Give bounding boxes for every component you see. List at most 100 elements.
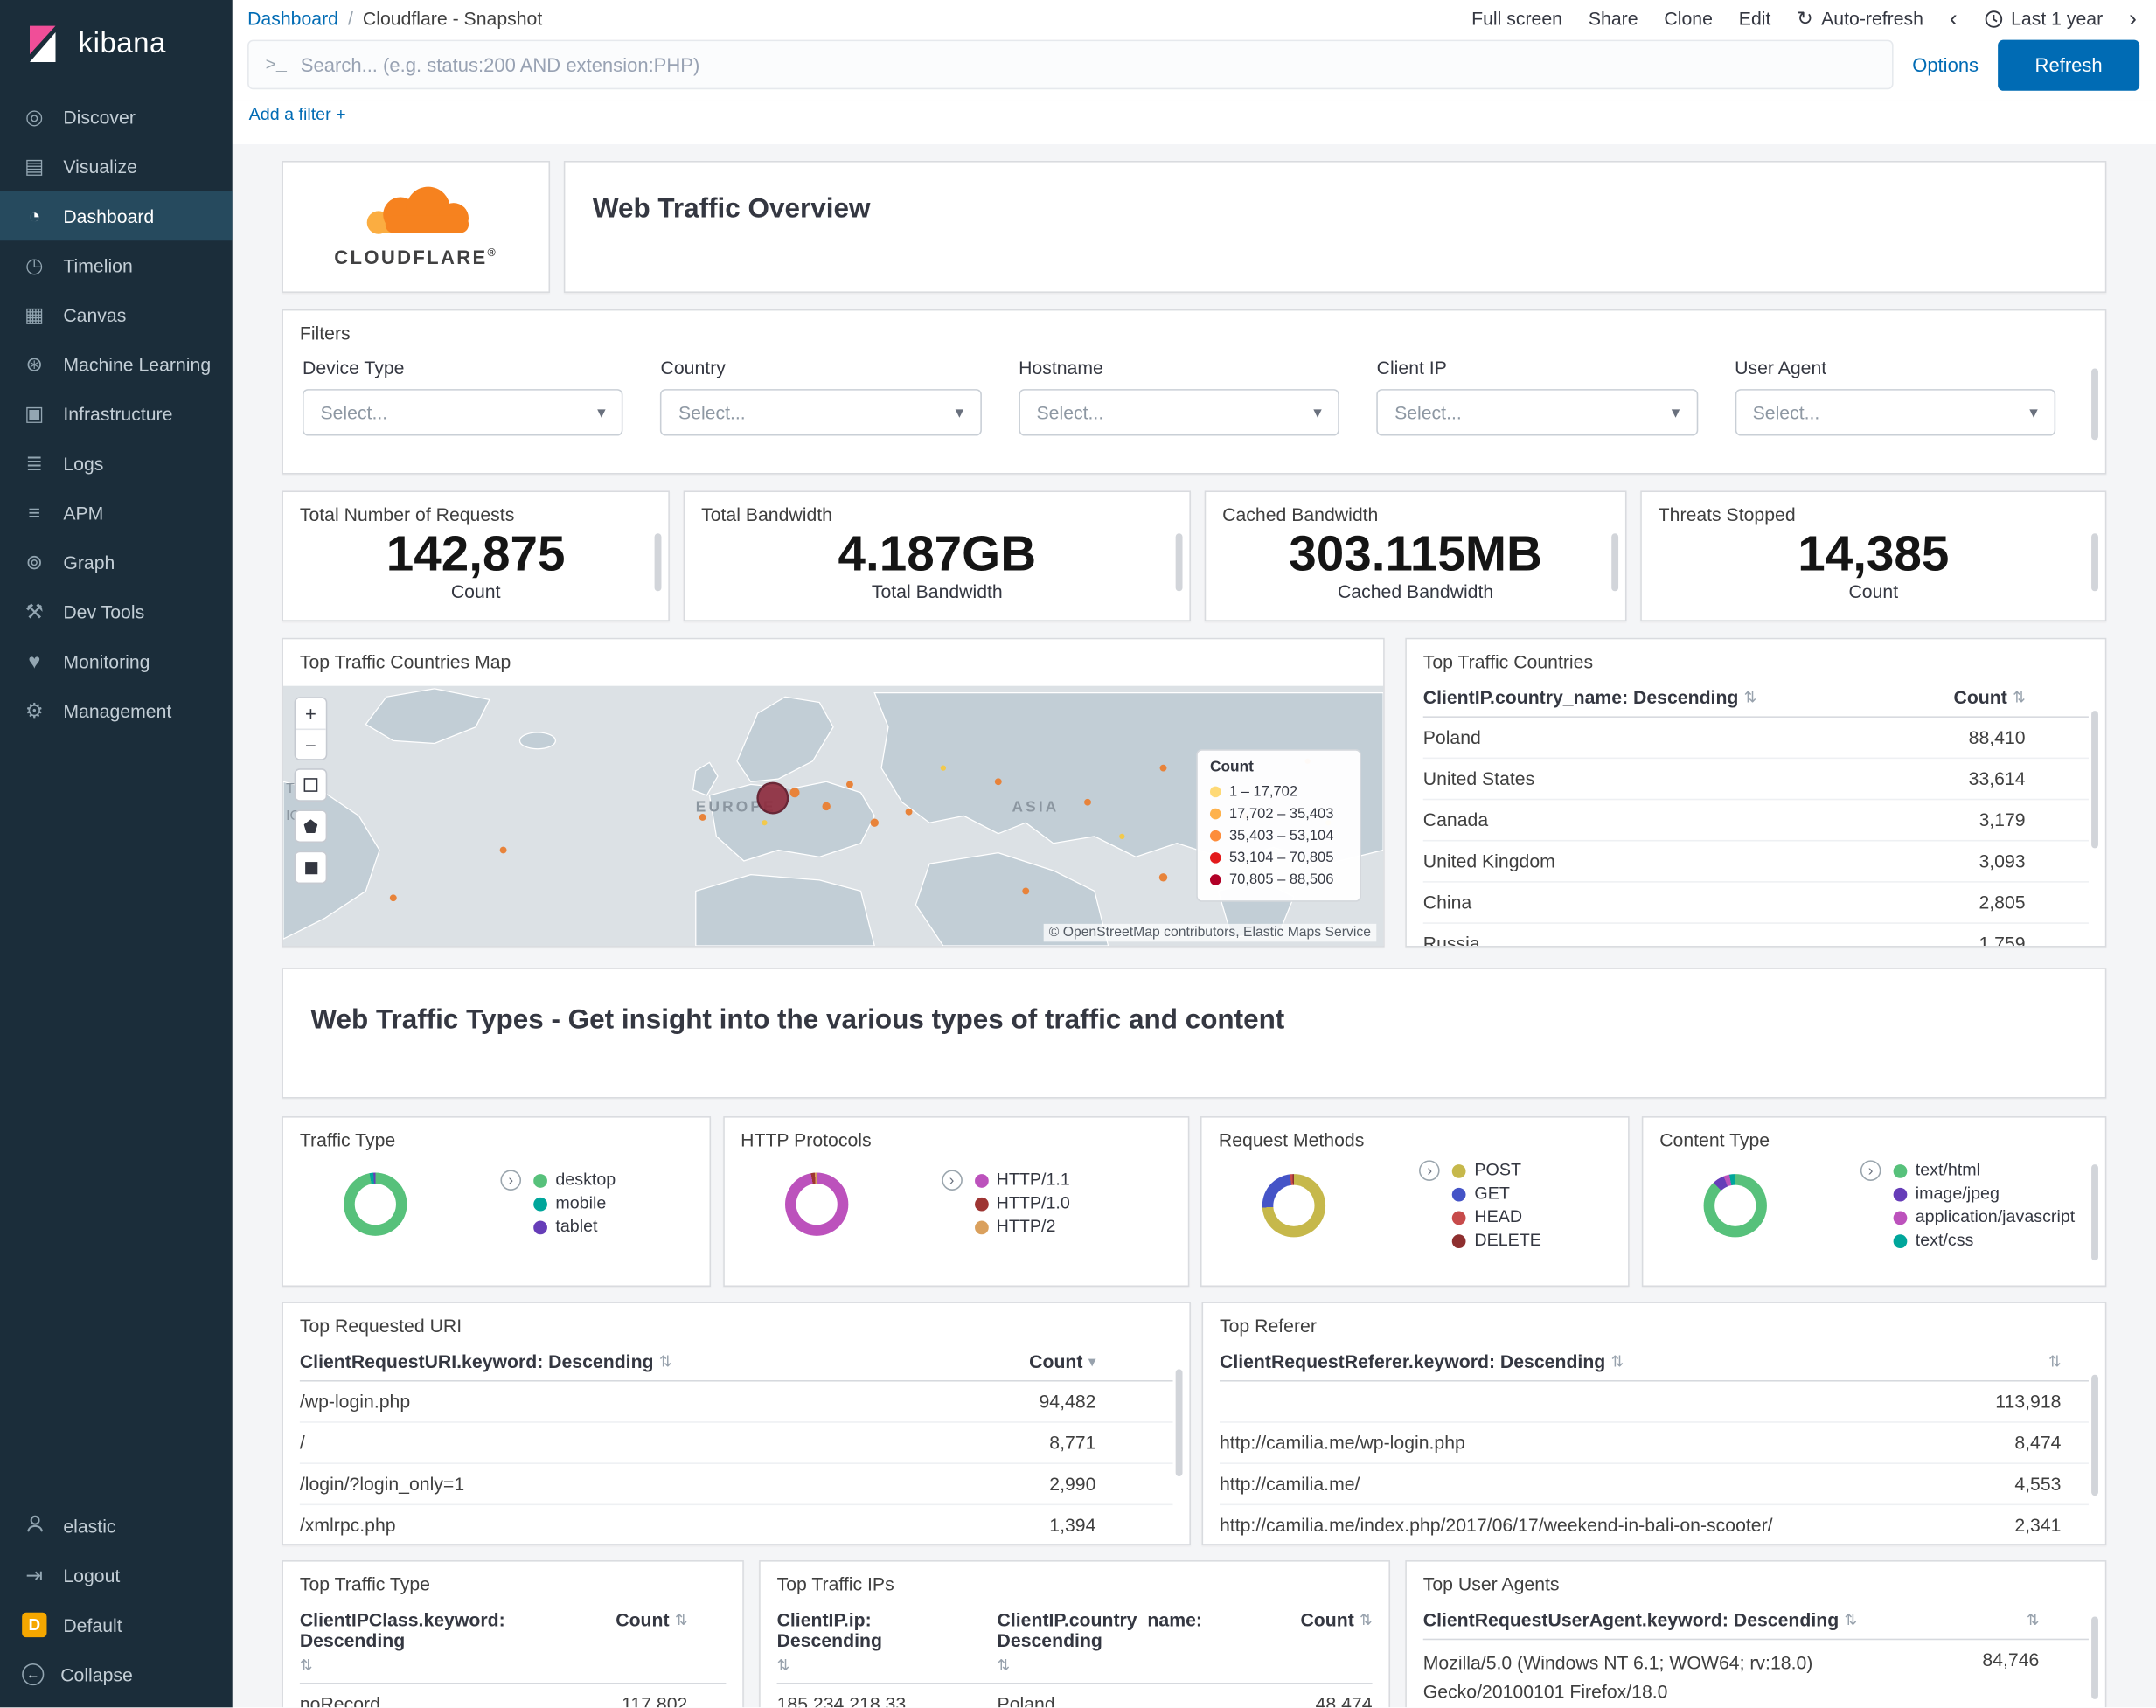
sidebar-item-user[interactable]: elastic — [0, 1501, 233, 1551]
sidebar-item-graph[interactable]: ⊚ Graph — [0, 538, 233, 587]
legend-item[interactable]: POST — [1452, 1159, 1541, 1183]
draw-polygon-button[interactable] — [296, 810, 326, 842]
draw-rectangle-button[interactable] — [296, 852, 326, 883]
add-filter-link[interactable]: Add a filter + — [249, 105, 346, 124]
legend-item[interactable]: GET — [1452, 1183, 1541, 1206]
legend-item[interactable]: text/html — [1893, 1159, 2076, 1183]
legend-toggle-icon[interactable]: › — [1860, 1160, 1881, 1181]
table-row: China 2,805 — [1422, 883, 2089, 924]
sort-icon: ⇅ — [2013, 690, 2026, 707]
legend-item[interactable]: application/javascript — [1893, 1205, 2075, 1229]
user-agent-select[interactable]: Select... ▾ — [1735, 389, 2056, 436]
sidebar-item-monitoring[interactable]: ♥ Monitoring — [0, 636, 233, 686]
column-header-uri[interactable]: ClientRequestURI.keyword: Descending ⇅ — [300, 1351, 671, 1372]
sidebar-item-discover[interactable]: ◎ Discover — [0, 92, 233, 142]
refresh-button[interactable]: Refresh — [1998, 38, 2140, 91]
zoom-in-button[interactable]: + — [296, 698, 326, 729]
sidebar-item-space-default[interactable]: D Default — [0, 1600, 233, 1650]
column-header-count[interactable]: ⇅ — [2048, 1351, 2089, 1372]
time-back-button[interactable]: ‹ — [1950, 7, 1958, 31]
column-header-count[interactable]: Count ▾ — [1029, 1351, 1172, 1372]
sidebar-item-apm[interactable]: ≡ APM — [0, 488, 233, 538]
options-link[interactable]: Options — [1912, 53, 1979, 75]
sidebar-item-timelion[interactable]: ◷ Timelion — [0, 240, 233, 290]
scrollbar[interactable] — [2091, 368, 2098, 441]
map-attribution: © OpenStreetMap contributors, Elastic Ma… — [1043, 923, 1377, 942]
legend-item[interactable]: tablet — [533, 1215, 616, 1239]
zoom-out-button[interactable]: − — [296, 728, 326, 760]
top-bar: Dashboard / Cloudflare - Snapshot Full s… — [232, 0, 2156, 38]
sidebar-item-dev-tools[interactable]: ⚒ Dev Tools — [0, 587, 233, 637]
auto-refresh-button[interactable]: Auto-refresh — [1821, 8, 1923, 29]
legend-item[interactable]: HEAD — [1452, 1205, 1541, 1229]
search-input[interactable] — [300, 53, 1875, 76]
legend-toggle-icon[interactable]: › — [941, 1170, 963, 1191]
full-screen-button[interactable]: Full screen — [1471, 8, 1562, 29]
device-type-select[interactable]: Select... ▾ — [302, 389, 624, 436]
breadcrumb-dashboard[interactable]: Dashboard — [247, 8, 338, 29]
column-header-count[interactable]: Count ⇅ — [1253, 1610, 1372, 1631]
sidebar-item-canvas[interactable]: ▦ Canvas — [0, 290, 233, 340]
scrollbar[interactable] — [654, 533, 662, 592]
scrollbar[interactable] — [1175, 1369, 1183, 1477]
column-header-count[interactable]: Count ⇅ — [616, 1610, 726, 1631]
edit-button[interactable]: Edit — [1739, 8, 1771, 29]
sidebar-item-management[interactable]: ⚙ Management — [0, 686, 233, 736]
kibana-logo[interactable]: kibana — [0, 0, 233, 92]
client-ip-select[interactable]: Select... ▾ — [1376, 389, 1698, 436]
column-header-class[interactable]: ClientIPClass.keyword: Descending ⇅ — [300, 1610, 564, 1675]
sidebar-item-collapse[interactable]: ← Collapse — [0, 1649, 233, 1699]
sidebar-item-visualize[interactable]: ▤ Visualize — [0, 142, 233, 191]
legend-dot — [533, 1197, 547, 1211]
clone-button[interactable]: Clone — [1664, 8, 1712, 29]
column-header-user-agent[interactable]: ClientRequestUserAgent.keyword: Descendi… — [1423, 1610, 1857, 1631]
sidebar-item-dashboard[interactable]: ◔ Dashboard — [0, 191, 233, 241]
column-header-count[interactable]: Count ⇅ — [1953, 687, 2088, 708]
legend-dot — [974, 1197, 989, 1211]
legend-toggle-icon[interactable]: › — [1419, 1160, 1441, 1181]
sidebar-item-logout[interactable]: ⇥ Logout — [0, 1551, 233, 1600]
legend-item[interactable]: DELETE — [1452, 1229, 1541, 1253]
column-header-referer[interactable]: ClientRequestReferer.keyword: Descending… — [1220, 1351, 1624, 1372]
table-row: /xmlrpc.php 1,394 — [300, 1505, 1173, 1544]
metric-value: 142,875 — [386, 524, 566, 582]
scrollbar[interactable] — [2091, 1164, 2098, 1261]
fit-bounds-button[interactable] — [296, 769, 326, 801]
share-button[interactable]: Share — [1589, 8, 1638, 29]
scrollbar[interactable] — [2091, 1616, 2098, 1699]
scrollbar[interactable] — [1175, 533, 1183, 592]
column-header-country[interactable]: ClientIP.country_name: Descending ⇅ — [1423, 687, 1756, 708]
http-protocols-donut-chart[interactable] — [784, 1171, 848, 1236]
metric-threats-stopped: Threats Stopped 14,385 Count — [1640, 490, 2107, 621]
legend-dot — [1893, 1210, 1908, 1225]
cloudflare-cloud-icon — [365, 186, 469, 234]
legend-item[interactable]: HTTP/1.0 — [974, 1192, 1070, 1216]
traffic-type-donut-chart[interactable] — [344, 1171, 407, 1236]
scrollbar[interactable] — [2091, 1374, 2098, 1496]
legend-item[interactable]: desktop — [533, 1169, 616, 1192]
column-header-count[interactable]: ⇅ — [2027, 1610, 2089, 1631]
scrollbar[interactable] — [1611, 533, 1619, 592]
request-methods-donut-chart[interactable] — [1262, 1174, 1326, 1238]
legend-item[interactable]: HTTP/1.1 — [974, 1169, 1070, 1192]
legend-item[interactable]: text/css — [1893, 1229, 2076, 1253]
hostname-select[interactable]: Select... ▾ — [1019, 389, 1340, 436]
world-map[interactable]: EUROPE ASIA TH IC — [282, 685, 1384, 947]
sidebar-item-machine-learning[interactable]: ⊛ Machine Learning — [0, 339, 233, 389]
referer-value: http://camilia.me/ — [1219, 1473, 1360, 1495]
legend-item[interactable]: image/jpeg — [1893, 1183, 2076, 1206]
legend-item[interactable]: HTTP/2 — [974, 1215, 1070, 1239]
legend-toggle-icon[interactable]: › — [500, 1170, 522, 1191]
column-header-ip[interactable]: ClientIP.ip: Descending ⇅ — [777, 1610, 980, 1675]
sidebar-item-logs[interactable]: ≣ Logs — [0, 439, 233, 489]
scrollbar[interactable] — [2091, 533, 2098, 592]
country-select[interactable]: Select... ▾ — [660, 389, 982, 436]
time-forward-button[interactable]: › — [2129, 7, 2137, 31]
country-name: United Kingdom — [1422, 851, 1555, 872]
time-range-picker[interactable]: Last 1 year — [2011, 8, 2103, 29]
content-type-donut-chart[interactable] — [1703, 1174, 1767, 1238]
scrollbar[interactable] — [2091, 711, 2098, 849]
column-header-country[interactable]: ClientIP.country_name: Descending ⇅ — [998, 1610, 1235, 1675]
legend-item[interactable]: mobile — [533, 1192, 616, 1216]
sidebar-item-infrastructure[interactable]: ▣ Infrastructure — [0, 389, 233, 439]
